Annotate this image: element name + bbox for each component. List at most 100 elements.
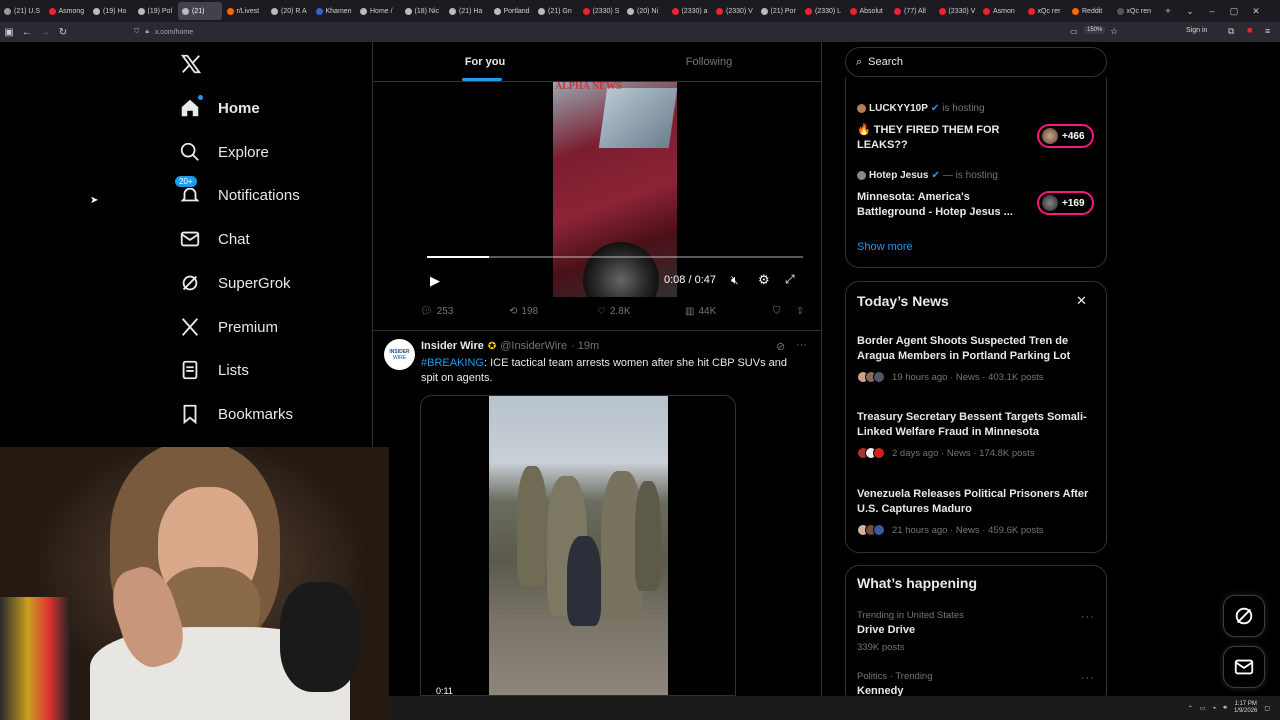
browser-tab[interactable]: Home /: [356, 2, 400, 20]
cursor-icon: ➤: [90, 195, 99, 206]
news-title[interactable]: Border Agent Shoots Suspected Tren de Ar…: [857, 334, 1102, 364]
reload-icon[interactable]: ↻: [54, 27, 72, 38]
video-player[interactable]: ALPHA NEWS ▶ 0:08 / 0:47 🔇︎ ⚙ ⤢: [420, 82, 809, 297]
browser-tab[interactable]: Khamen: [312, 2, 356, 20]
reader-icon[interactable]: ▭: [1070, 27, 1078, 36]
browser-tab[interactable]: (21) U.S: [0, 2, 44, 20]
space-title[interactable]: Minnesota: America's Battleground - Hote…: [857, 190, 1032, 220]
space-join-pill[interactable]: +466: [1037, 124, 1094, 148]
browser-tab[interactable]: xQc rer: [1024, 2, 1068, 20]
fullscreen-icon[interactable]: ⤢: [785, 272, 795, 287]
wifi-icon[interactable]: ◒: [1213, 705, 1217, 711]
reply-button[interactable]: 💬︎ 253: [420, 306, 453, 317]
tab-label: xQc ren: [1126, 7, 1152, 15]
extension-badge-icon[interactable]: ■: [1247, 25, 1252, 35]
star-icon[interactable]: ☆: [1110, 26, 1118, 37]
more-icon[interactable]: ···: [796, 339, 807, 351]
search-input[interactable]: ⌕ Search: [845, 47, 1107, 77]
tab-following[interactable]: Following: [597, 42, 821, 81]
mute-icon[interactable]: 🔇︎: [731, 273, 739, 288]
new-tab-icon[interactable]: +: [1157, 6, 1179, 16]
author-handle[interactable]: @InsiderWire: [500, 340, 567, 352]
browser-tab[interactable]: (2330) V: [712, 2, 756, 20]
more-icon[interactable]: ···: [1081, 672, 1095, 684]
sidebar-item-chat[interactable]: Chat: [178, 227, 250, 251]
sidebar-item-premium[interactable]: Premium: [178, 315, 278, 339]
volume-icon[interactable]: 🔊︎: [1223, 705, 1227, 712]
more-icon[interactable]: ···: [1081, 611, 1095, 623]
browser-tab[interactable]: (2330) a: [668, 2, 712, 20]
repost-button[interactable]: ⟲ 198: [509, 306, 538, 317]
tab-list-icon[interactable]: ⌄: [1179, 6, 1201, 17]
tab-label: Asmong: [58, 7, 85, 15]
browser-tab[interactable]: Asmong: [45, 2, 89, 20]
browser-tab[interactable]: (77) All: [890, 2, 934, 20]
minimize-icon[interactable]: –: [1201, 6, 1223, 16]
sidebar-item-home[interactable]: Home: [178, 95, 260, 120]
tab-for-you[interactable]: For you: [373, 42, 597, 81]
sidebar-item-notifications[interactable]: 20+ Notifications: [174, 175, 300, 207]
browser-tab[interactable]: Absolut: [846, 2, 890, 20]
news-title[interactable]: Treasury Secretary Bessent Targets Somal…: [857, 410, 1102, 440]
trend-name[interactable]: Drive Drive: [857, 624, 915, 636]
tweet-time[interactable]: · 19m: [571, 340, 599, 352]
sign-in-button[interactable]: Sign in: [1186, 27, 1207, 34]
system-clock[interactable]: 1:17 PM 1/9/2026: [1234, 701, 1257, 715]
browser-tab[interactable]: (2330) L: [801, 2, 845, 20]
browser-tab[interactable]: Asmon: [979, 2, 1023, 20]
browser-tab[interactable]: xQc ren: [1113, 2, 1157, 20]
video-player[interactable]: 0:11: [420, 395, 736, 696]
sidebar-item-bookmarks[interactable]: Bookmarks: [178, 402, 293, 426]
avatar[interactable]: INSIDER WIRE: [384, 339, 415, 370]
like-button[interactable]: ♡ 2.8K: [597, 306, 631, 317]
browser-tab[interactable]: r/Livest: [223, 2, 267, 20]
space-title[interactable]: 🔥 THEY FIRED THEM FOR LEAKS??: [857, 123, 1032, 153]
zoom-level[interactable]: 150%: [1084, 26, 1106, 34]
browser-tab[interactable]: Portland: [490, 2, 534, 20]
sidebar-toggle-icon[interactable]: ▣: [0, 27, 18, 38]
hashtag-link[interactable]: #BREAKING: [421, 357, 484, 369]
grok-button[interactable]: [1223, 595, 1265, 637]
network-icon[interactable]: ▭: [1200, 705, 1206, 712]
bookmark-button[interactable]: ⛉: [773, 306, 781, 317]
grok-icon[interactable]: ⊘: [776, 340, 785, 353]
browser-tab[interactable]: Reddit: [1068, 2, 1112, 20]
notifications-icon[interactable]: ▢: [1264, 705, 1270, 712]
browser-tab[interactable]: (21) Gn: [534, 2, 578, 20]
close-icon[interactable]: ✕: [1076, 293, 1087, 309]
play-icon[interactable]: ▶: [430, 273, 440, 289]
menu-icon[interactable]: ≡: [1265, 26, 1270, 36]
extensions-icon[interactable]: ⧉: [1228, 26, 1234, 37]
sidebar-item-explore[interactable]: Explore: [178, 140, 269, 164]
settings-icon[interactable]: ⚙: [758, 272, 770, 288]
space-host[interactable]: Hotep Jesus ✔ — is hosting: [857, 170, 998, 181]
messages-button[interactable]: [1223, 646, 1265, 688]
sidebar-item-supergrok[interactable]: SuperGrok: [178, 271, 291, 295]
browser-tab[interactable]: (2330) S: [579, 2, 623, 20]
browser-tab[interactable]: (2330) V: [935, 2, 979, 20]
author-name[interactable]: Insider Wire: [421, 340, 484, 352]
space-join-pill[interactable]: +169: [1037, 191, 1094, 215]
forward-icon[interactable]: →: [36, 27, 54, 38]
back-icon[interactable]: ←: [18, 27, 36, 38]
maximize-icon[interactable]: ▢: [1223, 6, 1245, 17]
browser-tab[interactable]: (20) Ni: [623, 2, 667, 20]
browser-tab[interactable]: (18) Nic: [401, 2, 445, 20]
close-window-icon[interactable]: ✕: [1245, 6, 1267, 17]
browser-tab[interactable]: (21) Ha: [445, 2, 489, 20]
show-more-link[interactable]: Show more: [857, 241, 913, 253]
views-button[interactable]: ▥ 44K: [685, 306, 716, 317]
space-host[interactable]: LUCKYY10P ✔ is hosting: [857, 103, 985, 114]
chevron-up-icon[interactable]: ⌃: [1188, 705, 1193, 712]
news-title[interactable]: Venezuela Releases Political Prisoners A…: [857, 487, 1102, 517]
browser-tab[interactable]: (21) Por: [757, 2, 801, 20]
video-progress-bar[interactable]: [427, 256, 803, 258]
browser-tab[interactable]: (19) Ho: [89, 2, 133, 20]
address-bar[interactable]: ⛉ 🔒︎ x.com/home: [134, 25, 1124, 39]
browser-tab[interactable]: (20) R A: [267, 2, 311, 20]
share-button[interactable]: ⇪: [796, 306, 804, 317]
browser-tab[interactable]: (19) Pol: [134, 2, 178, 20]
browser-tab[interactable]: (21): [178, 2, 222, 20]
x-logo-icon[interactable]: [180, 53, 202, 75]
sidebar-item-lists[interactable]: Lists: [178, 358, 249, 382]
